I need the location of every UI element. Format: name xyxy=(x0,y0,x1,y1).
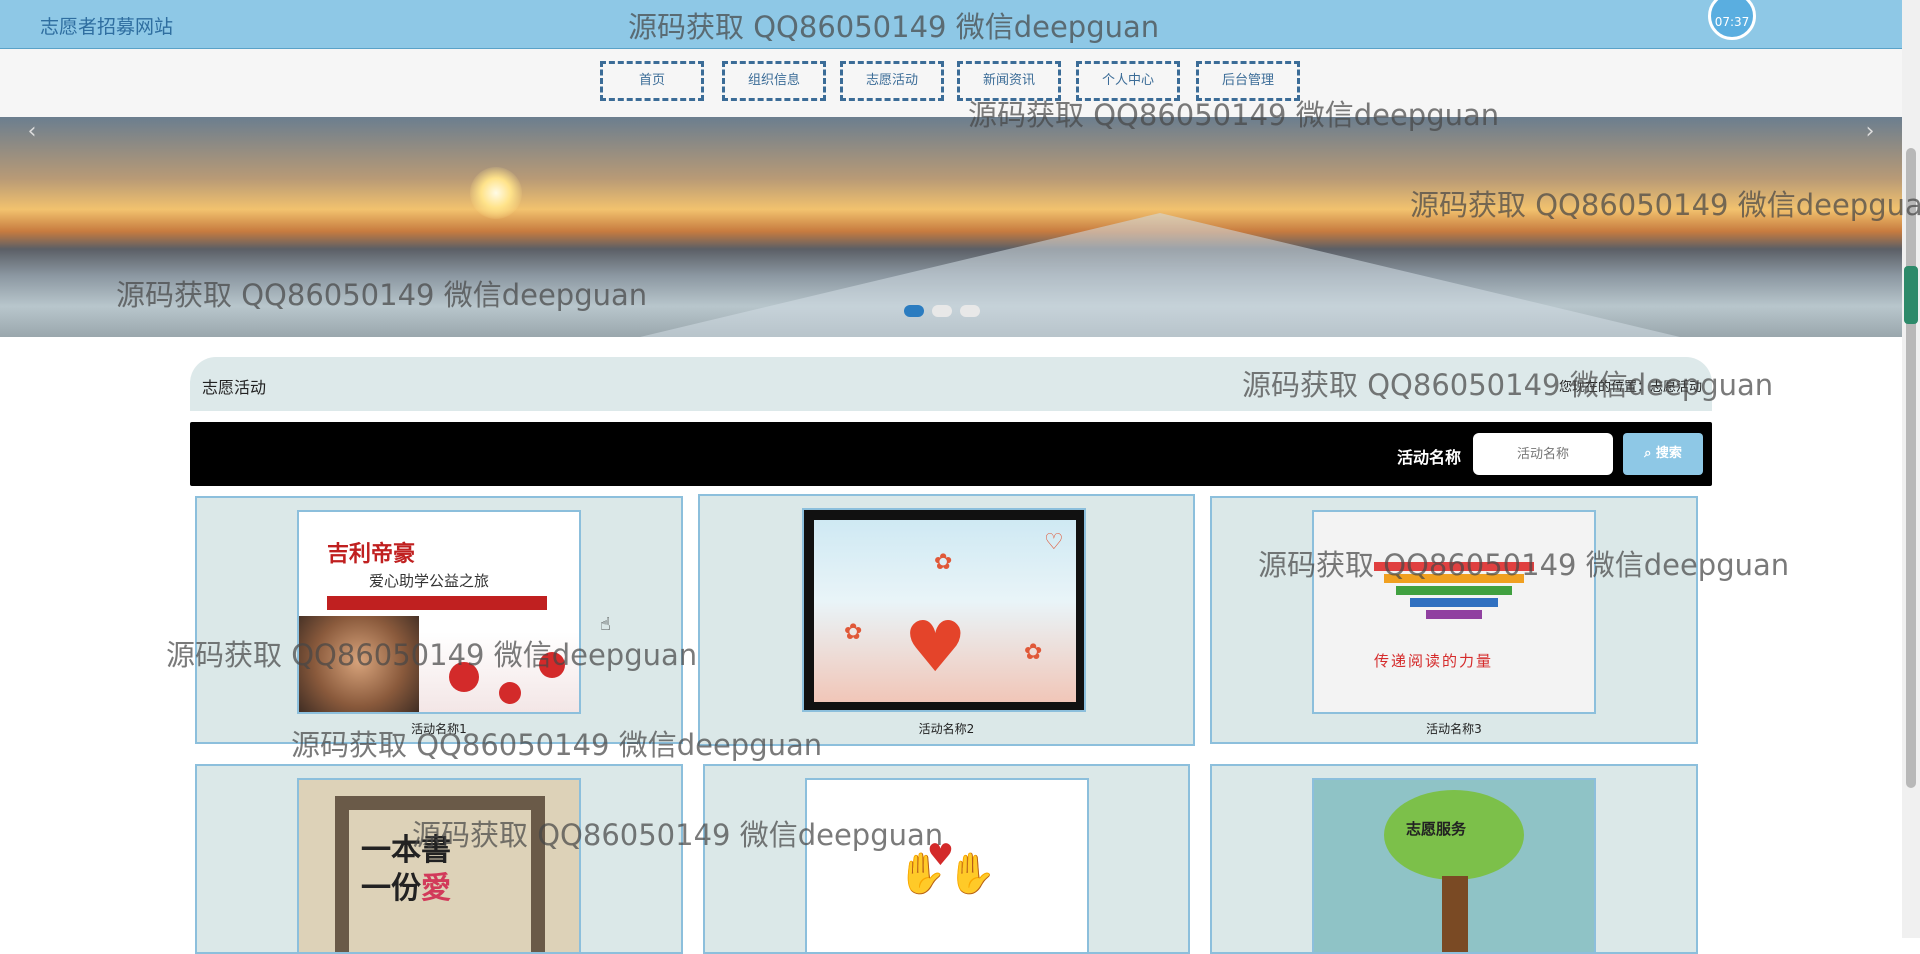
activity-card-6[interactable]: 志愿服务 xyxy=(1210,764,1698,954)
activity-name[interactable]: 活动名称2 xyxy=(700,720,1193,737)
nav-item-news[interactable]: 新闻资讯 xyxy=(957,61,1061,101)
breadcrumb: 您现在的位置：志愿活动 xyxy=(1558,380,1702,395)
activity-thumbnail[interactable]: 传递阅读的力量 xyxy=(1312,510,1596,714)
poster-title: 吉利帝豪 xyxy=(327,541,416,567)
top-bar: 志愿者招募网站 07:37 xyxy=(0,0,1902,49)
nav-item-home[interactable]: 首页 xyxy=(600,61,704,101)
banner-carousel: ‹ › xyxy=(0,117,1902,337)
poster-strip xyxy=(327,596,547,610)
butterfly-icon: ✿ xyxy=(844,620,863,645)
scrollbar-marker xyxy=(1904,266,1918,324)
bookshelf-row xyxy=(1384,574,1524,583)
activity-card-4[interactable]: 一本書 一份愛 xyxy=(195,764,683,954)
activity-thumbnail[interactable]: ♥ ✋✋ xyxy=(805,778,1089,952)
activity-thumbnail[interactable]: 一本書 一份愛 xyxy=(297,778,581,952)
nav-item-admin[interactable]: 后台管理 xyxy=(1196,61,1300,101)
banner-image xyxy=(470,167,522,219)
activity-name[interactable]: 活动名称1 xyxy=(197,720,681,737)
poster-text: 一本書 一份愛 xyxy=(361,832,451,908)
nav-item-profile[interactable]: 个人中心 xyxy=(1076,61,1180,101)
activity-name[interactable]: 活动名称3 xyxy=(1212,720,1696,737)
activity-card-5[interactable]: ♥ ✋✋ xyxy=(703,764,1190,954)
heart-hands-icon: ♥ xyxy=(904,606,967,688)
section-header: 志愿活动 您现在的位置：志愿活动 xyxy=(190,357,1712,411)
site-title[interactable]: 志愿者招募网站 xyxy=(40,12,173,39)
poster-text: 传递阅读的力量 xyxy=(1374,652,1494,670)
heart-icon: ♡ xyxy=(1044,530,1064,555)
nav-item-activities[interactable]: 志愿活动 xyxy=(840,61,944,101)
activity-thumbnail[interactable]: 吉利帝豪 爱心助学公益之旅 xyxy=(297,510,581,714)
poster-subtitle: 爱心助学公益之旅 xyxy=(369,572,490,590)
poster-photo xyxy=(299,616,419,712)
search-input[interactable] xyxy=(1473,433,1613,475)
poster-text: 志愿服务 xyxy=(1406,820,1467,838)
section-title: 志愿活动 xyxy=(202,378,267,397)
page-scrollbar[interactable] xyxy=(1902,0,1920,938)
scrollbar-thumb[interactable] xyxy=(1906,148,1916,788)
poster-line-2: 一份 xyxy=(361,871,421,906)
carousel-dot-1[interactable] xyxy=(904,305,924,317)
bookshelf-row xyxy=(1410,598,1498,607)
poster-dot xyxy=(539,652,565,678)
poster-dot xyxy=(449,662,479,692)
activity-card-3[interactable]: 传递阅读的力量 活动名称3 xyxy=(1210,496,1698,744)
poster-line-2-accent: 愛 xyxy=(421,871,451,906)
hands-icon: ✋✋ xyxy=(897,851,997,897)
search-icon: ⌕ xyxy=(1644,446,1652,461)
poster-dot xyxy=(499,682,521,704)
banner-canal xyxy=(640,213,1680,337)
tree-trunk xyxy=(1442,876,1468,952)
poster-line-1: 一本書 xyxy=(361,833,451,868)
nav-item-organization[interactable]: 组织信息 xyxy=(722,61,826,101)
butterfly-icon: ✿ xyxy=(934,550,953,575)
search-label: 活动名称 xyxy=(1397,448,1462,467)
activity-card-2[interactable]: ♥ ✿ ✿ ♡ ✿ 活动名称2 xyxy=(698,494,1195,746)
activity-thumbnail[interactable]: ♥ ✿ ✿ ♡ ✿ xyxy=(802,508,1086,712)
chevron-left-icon[interactable]: ‹ xyxy=(16,117,48,149)
butterfly-icon: ✿ xyxy=(1024,640,1043,665)
bookshelf-row xyxy=(1426,610,1482,619)
main-nav: 首页 组织信息 志愿活动 新闻资讯 个人中心 后台管理 xyxy=(0,49,1902,117)
clock-badge: 07:37 xyxy=(1708,0,1756,40)
carousel-indicators xyxy=(904,305,980,317)
carousel-dot-3[interactable] xyxy=(960,305,980,317)
carousel-dot-2[interactable] xyxy=(932,305,952,317)
bookshelf-row xyxy=(1374,562,1534,571)
pointer-cursor-icon: ☝ xyxy=(600,614,611,635)
search-button-label: 搜索 xyxy=(1655,446,1682,461)
search-button[interactable]: ⌕ 搜索 xyxy=(1623,433,1703,475)
chevron-right-icon[interactable]: › xyxy=(1854,117,1886,149)
poster-background: ♥ ✿ ✿ ♡ ✿ xyxy=(814,520,1076,702)
search-bar: 活动名称 ⌕ 搜索 xyxy=(190,422,1712,486)
activity-thumbnail[interactable]: 志愿服务 xyxy=(1312,778,1596,952)
bookshelf-row xyxy=(1396,586,1512,595)
